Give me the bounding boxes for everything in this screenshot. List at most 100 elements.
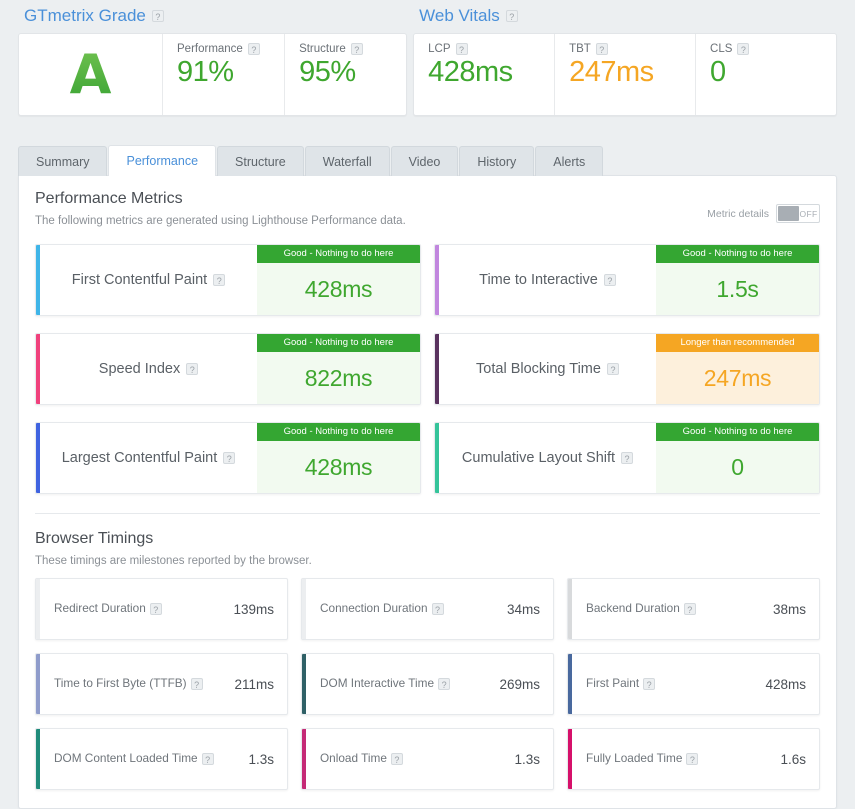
metric-details-toggle[interactable]: OFF: [776, 204, 820, 223]
timing-label-text: Connection Duration: [320, 601, 428, 616]
tbt-label: TBT: [569, 43, 591, 55]
timing-label-text: DOM Content Loaded Time: [54, 751, 198, 766]
performance-metrics-subtitle: The following metrics are generated usin…: [35, 215, 406, 227]
tab-history[interactable]: History: [459, 146, 535, 176]
timing-value: 428ms: [765, 676, 806, 692]
help-icon[interactable]: ?: [505, 10, 518, 22]
help-icon[interactable]: ?: [186, 363, 199, 375]
help-icon[interactable]: ?: [223, 452, 236, 464]
metric-status-banner: Good - Nothing to do here: [656, 245, 819, 264]
metric-card[interactable]: Largest Contentful Paint? Good - Nothing …: [35, 422, 421, 494]
help-icon[interactable]: ?: [595, 43, 608, 55]
metric-card[interactable]: Time to Interactive? Good - Nothing to do…: [434, 244, 820, 316]
help-icon[interactable]: ?: [247, 43, 260, 55]
help-icon[interactable]: ?: [190, 677, 203, 690]
timing-value: 1.3s: [514, 751, 540, 767]
tab-video[interactable]: Video: [390, 146, 459, 176]
web-vitals-heading: Web Vitals ?: [413, 0, 837, 33]
help-icon[interactable]: ?: [149, 602, 162, 615]
grade-letter: A: [19, 34, 162, 115]
tab-summary[interactable]: Summary: [18, 146, 108, 176]
timing-card[interactable]: Time to First Byte (TTFB)? 211ms: [35, 653, 288, 715]
metric-value: 428ms: [257, 441, 420, 493]
help-icon[interactable]: ?: [683, 602, 696, 615]
timing-card[interactable]: Onload Time? 1.3s: [301, 728, 554, 790]
help-icon[interactable]: ?: [455, 43, 468, 55]
timing-card[interactable]: Backend Duration? 38ms: [567, 578, 820, 640]
performance-metrics-title: Performance Metrics: [35, 190, 183, 207]
browser-timings-grid: Redirect Duration? 139ms Connection Durati…: [35, 578, 820, 790]
timing-value: 211ms: [234, 676, 274, 692]
tbt-label-row: TBT ?: [569, 43, 695, 55]
metric-name-label: Speed Index: [98, 361, 181, 377]
metric-value-group: Good - Nothing to do here 0: [656, 423, 819, 493]
timing-card[interactable]: DOM Interactive Time? 269ms: [301, 653, 554, 715]
performance-panel: Performance Metrics The following metric…: [18, 175, 837, 809]
timing-label-text: First Paint: [586, 676, 640, 691]
metric-name: Largest Contentful Paint?: [40, 423, 257, 493]
timing-value: 34ms: [506, 601, 540, 617]
timing-value: 38ms: [772, 601, 806, 617]
metric-card[interactable]: Total Blocking Time? Longer than recommen…: [434, 333, 820, 405]
timing-card[interactable]: First Paint? 428ms: [567, 653, 820, 715]
help-icon[interactable]: ?: [350, 43, 363, 55]
metric-card[interactable]: Speed Index? Good - Nothing to do here 822…: [35, 333, 421, 405]
help-icon[interactable]: ?: [438, 677, 451, 690]
timing-label-text: Onload Time: [320, 751, 387, 766]
lcp-cell: LCP ? 428ms: [414, 34, 556, 115]
help-icon[interactable]: ?: [431, 602, 444, 615]
metric-value-group: Good - Nothing to do here 428ms: [257, 245, 420, 315]
lcp-value: 428ms: [428, 56, 513, 88]
help-icon[interactable]: ?: [686, 752, 699, 765]
help-icon[interactable]: ?: [201, 752, 214, 765]
metric-details-label: Metric details: [707, 207, 769, 220]
structure-score-label-row: Structure ?: [299, 43, 406, 55]
timing-card[interactable]: Redirect Duration? 139ms: [35, 578, 288, 640]
grade-letter-cell: A: [19, 34, 163, 115]
metric-value-group: Good - Nothing to do here 822ms: [257, 334, 420, 404]
metric-name: Total Blocking Time?: [439, 334, 656, 404]
tab-structure[interactable]: Structure: [217, 146, 304, 176]
browser-timings-title: Browser Timings: [35, 530, 154, 547]
help-icon[interactable]: ?: [213, 274, 226, 286]
metric-value-group: Good - Nothing to do here 428ms: [257, 423, 420, 493]
timing-value: 269ms: [499, 676, 540, 692]
help-icon[interactable]: ?: [151, 10, 164, 22]
help-icon[interactable]: ?: [621, 452, 634, 464]
metric-card[interactable]: Cumulative Layout Shift? Good - Nothing t…: [434, 422, 820, 494]
help-icon[interactable]: ?: [390, 752, 403, 765]
help-icon[interactable]: ?: [737, 43, 750, 55]
timing-card[interactable]: DOM Content Loaded Time? 1.3s: [35, 728, 288, 790]
metric-name: First Contentful Paint?: [40, 245, 257, 315]
performance-score-label-row: Performance ?: [177, 43, 284, 55]
metric-card[interactable]: First Contentful Paint? Good - Nothing to…: [35, 244, 421, 316]
gtmetrix-grade-card: A Performance ? 91% Structure ? 95%: [18, 33, 408, 116]
performance-score-value: 91%: [177, 56, 234, 88]
timing-value: 1.6s: [780, 751, 806, 767]
metric-status-banner: Good - Nothing to do here: [257, 334, 420, 353]
tab-alerts[interactable]: Alerts: [535, 146, 604, 176]
timing-card[interactable]: Connection Duration? 34ms: [301, 578, 554, 640]
tab-waterfall[interactable]: Waterfall: [304, 146, 390, 176]
timing-label: Onload Time?: [320, 751, 403, 767]
web-vitals-heading-label: Web Vitals: [419, 6, 500, 25]
metric-value: 247ms: [656, 352, 819, 404]
tab-performance[interactable]: Performance: [108, 145, 217, 176]
timing-card[interactable]: Fully Loaded Time? 1.6s: [567, 728, 820, 790]
timing-label: Time to First Byte (TTFB)?: [54, 676, 203, 692]
timing-label: First Paint?: [586, 676, 656, 692]
structure-score-value: 95%: [299, 56, 356, 88]
help-icon[interactable]: ?: [603, 274, 616, 286]
timing-label: Fully Loaded Time?: [586, 751, 699, 767]
timing-body: DOM Content Loaded Time? 1.3s: [40, 729, 287, 789]
performance-metric-grid: First Contentful Paint? Good - Nothing to…: [35, 244, 820, 494]
metric-name: Time to Interactive?: [439, 245, 656, 315]
help-icon[interactable]: ?: [643, 677, 656, 690]
help-icon[interactable]: ?: [606, 363, 619, 375]
performance-score-cell: Performance ? 91%: [163, 34, 286, 115]
timing-body: Backend Duration? 38ms: [572, 579, 819, 639]
metric-details-toggle-group: Metric details OFF: [707, 204, 820, 223]
report-tabs: Summary Performance Structure Waterfall Vide…: [0, 144, 855, 176]
cls-label-row: CLS ?: [710, 43, 836, 55]
metric-value-group: Good - Nothing to do here 1.5s: [656, 245, 819, 315]
